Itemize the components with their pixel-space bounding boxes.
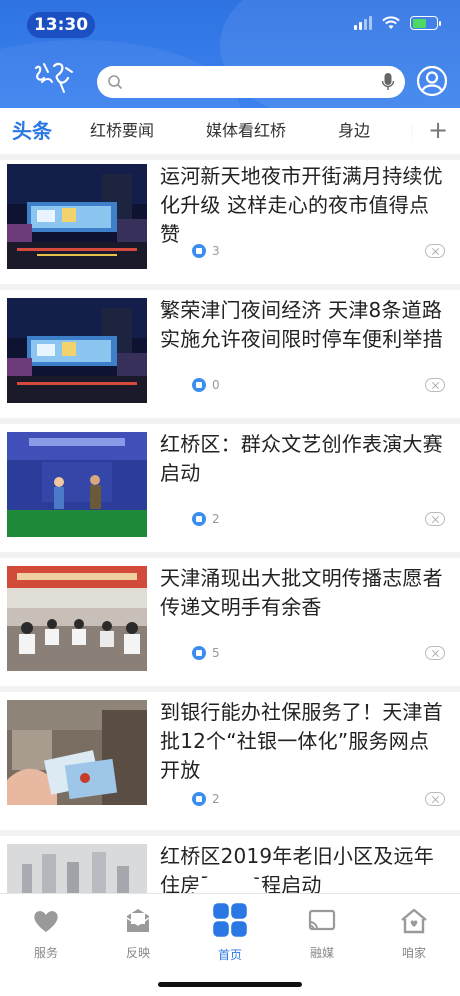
article-title[interactable]: 到银行能办社保服务了！天津首批12个“社银一体化”服务网点开放	[160, 698, 444, 785]
article-title[interactable]: 红桥区：群众文艺创作表演大赛启动	[160, 430, 444, 488]
tab-nearby[interactable]: 身边	[338, 108, 370, 154]
nav-feedback[interactable]: 反映	[98, 906, 178, 961]
thumbs-up-icon	[192, 646, 206, 660]
like-count[interactable]: 2	[192, 792, 220, 806]
dismiss-icon[interactable]	[425, 244, 445, 258]
article-item[interactable]: 红桥区：群众文艺创作表演大赛启动 2	[0, 424, 460, 552]
thumbs-up-icon	[192, 378, 206, 392]
microphone-icon[interactable]	[381, 72, 395, 92]
article-title[interactable]: 天津涌现出大批文明传播志愿者 传递文明手有余香	[160, 564, 444, 622]
article-thumbnail	[7, 700, 147, 805]
article-thumbnail	[7, 844, 147, 893]
tab-headlines[interactable]: 头条	[12, 108, 52, 154]
app-logo	[34, 62, 73, 93]
home-indicator	[158, 982, 302, 987]
article-thumbnail	[7, 164, 147, 269]
signal-icon	[354, 16, 372, 30]
app-header: 13:30	[0, 0, 460, 108]
tab-media-hongqiao[interactable]: 媒体看红桥	[206, 108, 286, 154]
search-icon	[108, 75, 123, 90]
article-title[interactable]: 繁荣津门夜间经济 天津8条道路实施允许夜间限时停车便利举措	[160, 296, 444, 354]
article-thumbnail	[7, 432, 147, 537]
status-time: 13:30	[27, 12, 95, 38]
cast-icon	[308, 909, 336, 931]
dismiss-icon[interactable]	[425, 378, 445, 392]
article-item[interactable]: 运河新天地夜市开街满月持续优化升级 这样走心的夜市值得点赞 3	[0, 156, 460, 284]
like-count[interactable]: 3	[192, 244, 220, 258]
add-channel-button[interactable]: +	[428, 108, 448, 154]
article-thumbnail	[7, 566, 147, 671]
channel-tabs: 头条 红桥要闻 媒体看红桥 身边 [ +	[0, 108, 460, 154]
heart-icon	[34, 911, 58, 932]
user-profile-icon[interactable]	[416, 65, 448, 97]
wifi-icon	[382, 16, 400, 29]
bottom-navigation: 服务 反映 首页 融媒 咱家	[0, 893, 460, 996]
like-count[interactable]: 5	[192, 646, 220, 660]
battery-icon	[410, 16, 441, 30]
thumbs-up-icon	[192, 244, 206, 258]
article-item[interactable]: 天津涌现出大批文明传播志愿者 传递文明手有余香 5	[0, 558, 460, 686]
dismiss-icon[interactable]	[425, 646, 445, 660]
article-title[interactable]: 运河新天地夜市开街满月持续优化升级 这样走心的夜市值得点赞	[160, 162, 444, 249]
thumbs-up-icon	[192, 792, 206, 806]
article-item[interactable]: 到银行能办社保服务了！天津首批12个“社银一体化”服务网点开放 2	[0, 692, 460, 820]
dismiss-icon[interactable]	[425, 512, 445, 526]
house-icon	[401, 908, 427, 934]
mail-icon	[126, 909, 150, 932]
grid-icon	[213, 903, 247, 937]
search-bar[interactable]	[97, 66, 405, 98]
nav-media[interactable]: 融媒	[282, 906, 362, 961]
like-count[interactable]: 0	[192, 378, 220, 392]
thumbs-up-icon	[192, 512, 206, 526]
status-icons	[354, 16, 441, 30]
nav-service[interactable]: 服务	[6, 906, 86, 961]
dismiss-icon[interactable]	[425, 792, 445, 806]
tab-hongqiao-news[interactable]: 红桥要闻	[90, 108, 154, 154]
article-thumbnail	[7, 298, 147, 403]
nav-home[interactable]: 首页	[190, 903, 270, 963]
nav-my-home[interactable]: 咱家	[374, 906, 454, 961]
like-count[interactable]: 2	[192, 512, 220, 526]
article-item[interactable]: 繁荣津门夜间经济 天津8条道路实施允许夜间限时停车便利举措 0	[0, 290, 460, 418]
search-input[interactable]	[129, 66, 369, 98]
